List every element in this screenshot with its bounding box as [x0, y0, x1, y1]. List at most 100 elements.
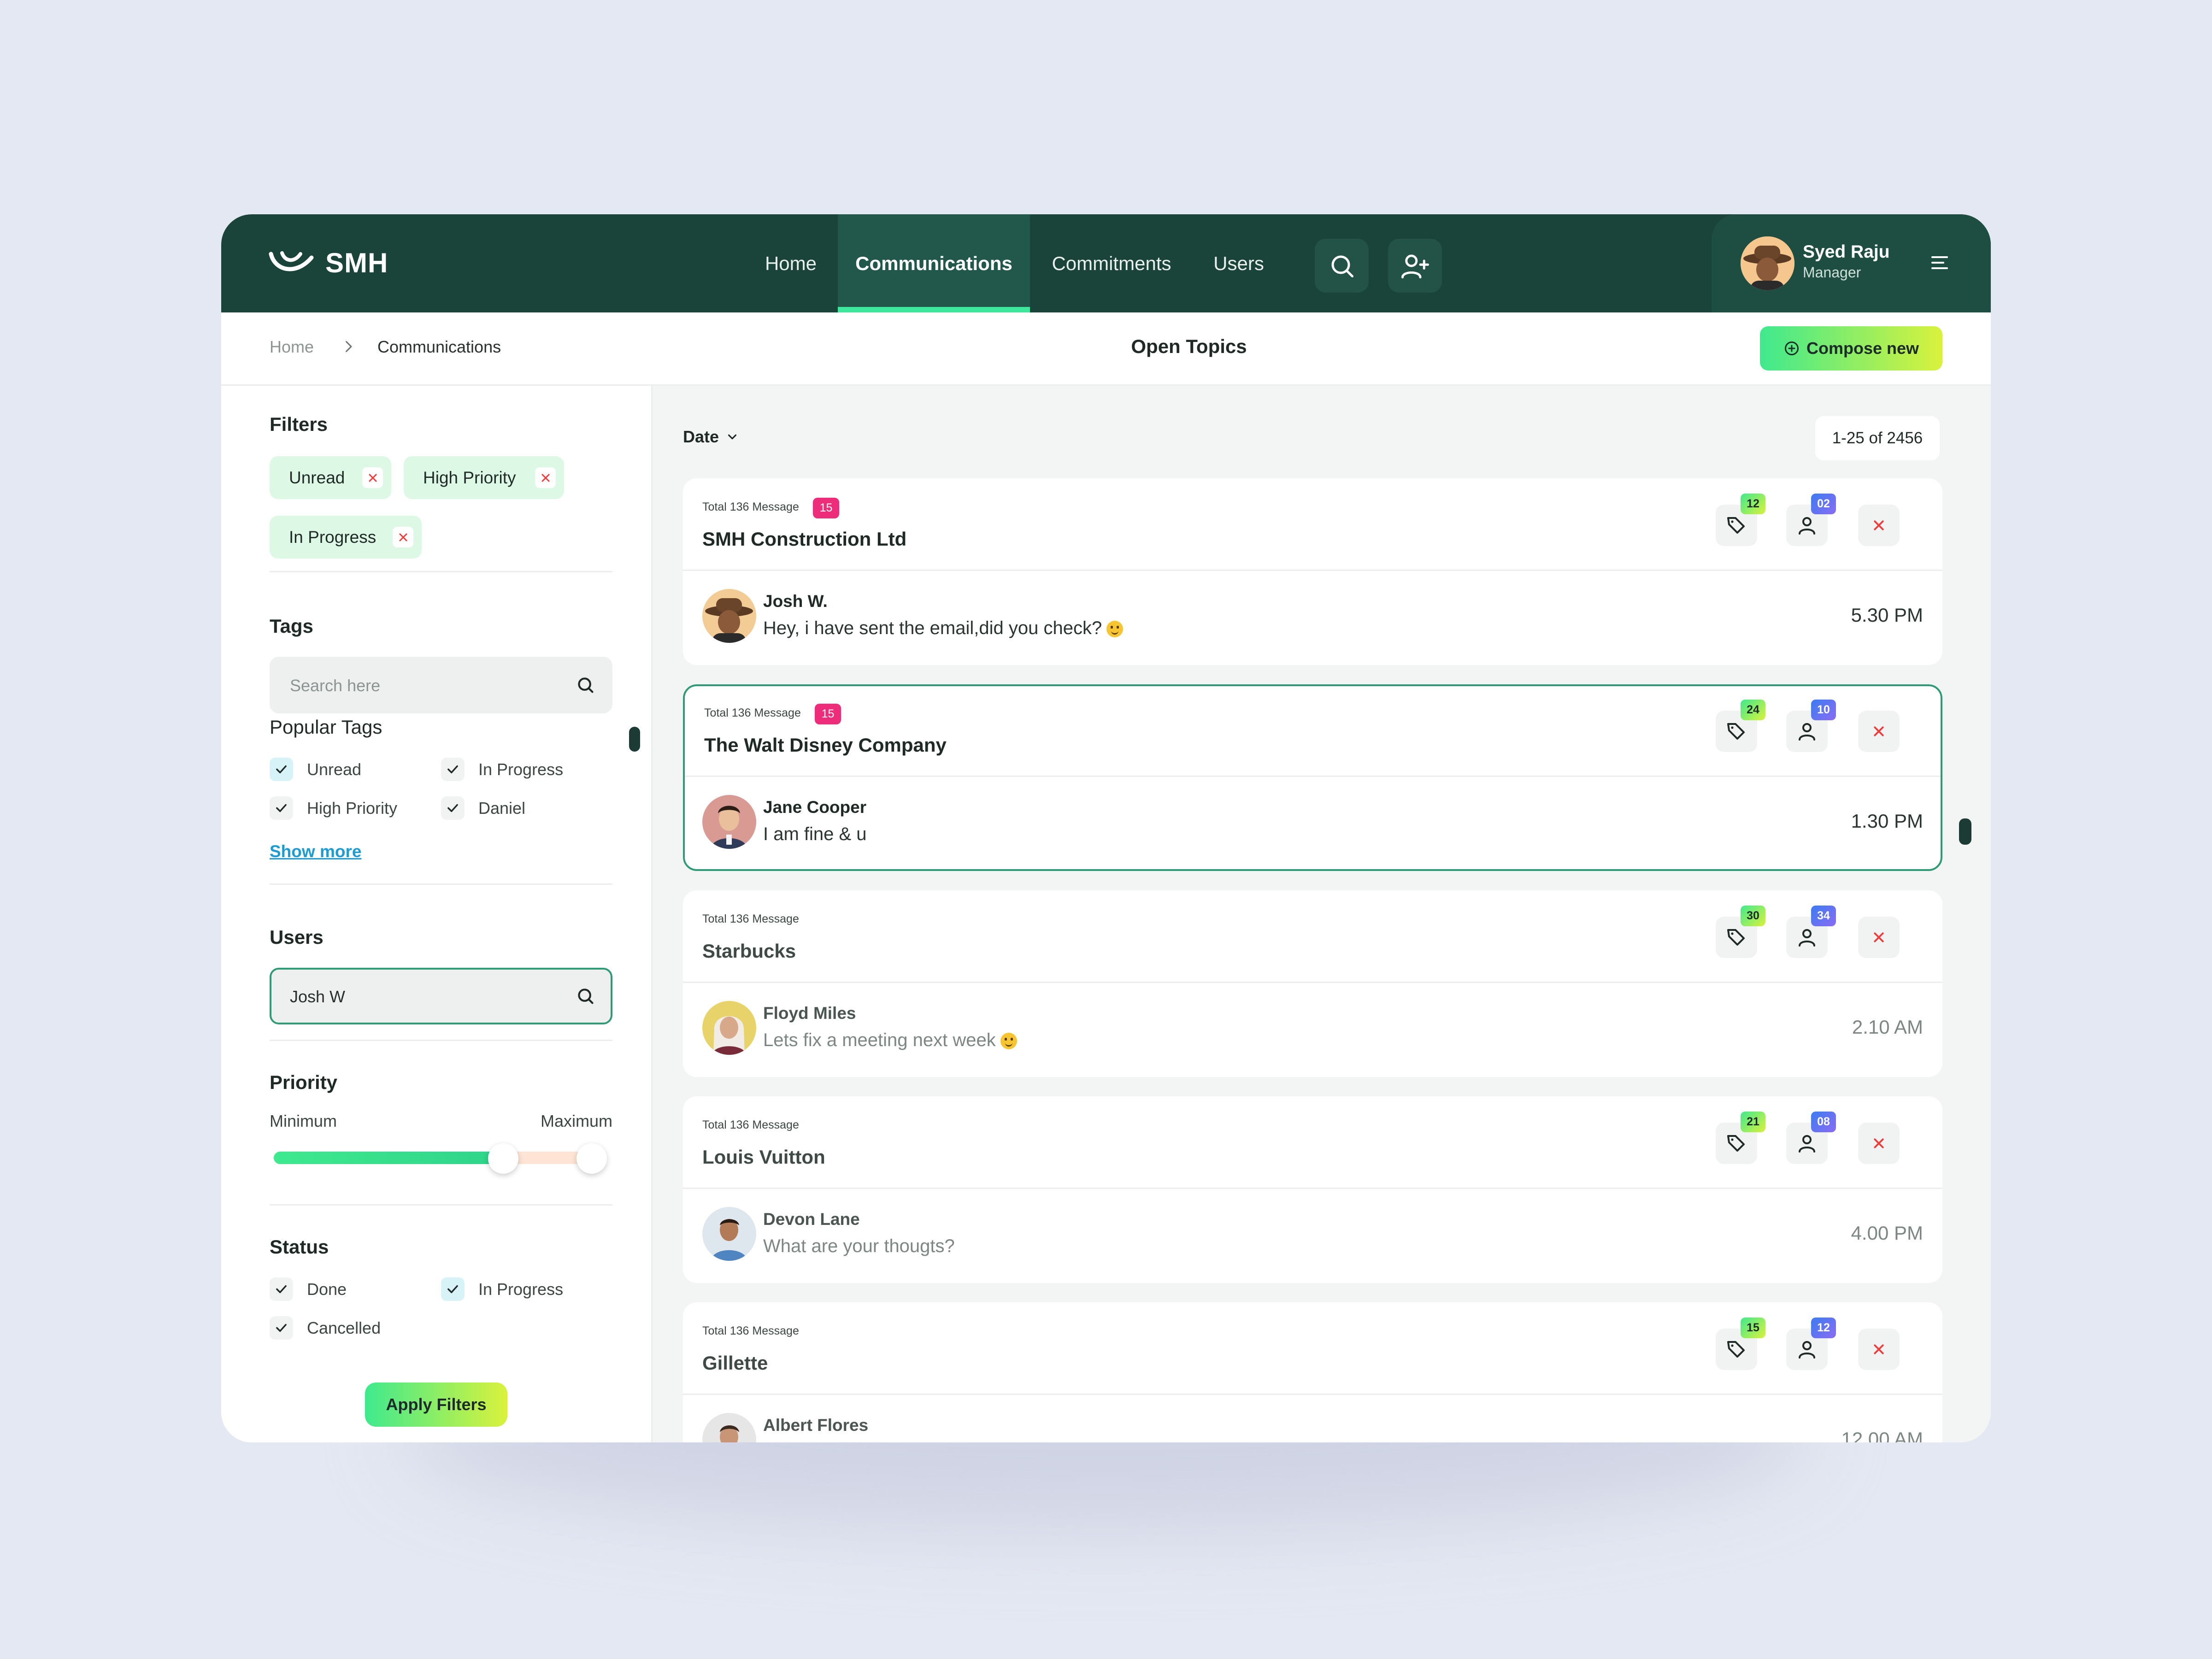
- close-icon: [369, 474, 377, 482]
- check-icon: [447, 1285, 458, 1294]
- users-search-input[interactable]: [289, 968, 549, 1025]
- tags-button[interactable]: 15: [1716, 1318, 1765, 1370]
- tag-count-badge: 12: [1741, 494, 1765, 514]
- unread-count-badge: 15: [813, 498, 839, 518]
- status-option-label: Cancelled: [307, 1318, 381, 1337]
- sender-name: Devon Lane: [763, 1210, 860, 1229]
- tags-button[interactable]: 21: [1716, 1112, 1765, 1164]
- checkbox[interactable]: [270, 1277, 293, 1301]
- apply-filters-button[interactable]: Apply Filters: [365, 1382, 507, 1427]
- search-icon: [1331, 255, 1353, 277]
- topic-card-header: Total 136 Message Starbucks 30 34: [683, 890, 1942, 983]
- close-topic-button[interactable]: [1858, 1329, 1900, 1370]
- users-button[interactable]: 02: [1786, 494, 1836, 546]
- sort-by-date[interactable]: Date: [683, 427, 739, 447]
- topic-card-selected[interactable]: Total 136 Message 15 The Walt Disney Com…: [683, 684, 1942, 871]
- users-button[interactable]: 10: [1786, 700, 1836, 752]
- list-scrollbar[interactable]: [1959, 818, 1971, 845]
- priority-max-label: Maximum: [540, 1112, 612, 1130]
- search-button[interactable]: [1315, 239, 1369, 293]
- sender-name: Albert Flores: [763, 1416, 869, 1435]
- logo-mark-icon: [269, 251, 314, 271]
- tag-option-daniel[interactable]: Daniel: [441, 796, 525, 820]
- tag-icon: [1727, 1341, 1745, 1358]
- logo[interactable]: SMH: [268, 247, 388, 278]
- add-user-button[interactable]: [1388, 239, 1442, 293]
- tag-option-high-priority[interactable]: High Priority: [270, 796, 397, 820]
- avatar: [1741, 236, 1794, 290]
- tags-button[interactable]: 12: [1716, 494, 1765, 546]
- user-profile[interactable]: Syed Raju Manager: [1712, 214, 1991, 312]
- app-window: SMH Home Communications Commitments User…: [221, 214, 1991, 1442]
- show-more-link[interactable]: Show more: [270, 842, 361, 861]
- checkbox[interactable]: [270, 758, 293, 781]
- sender-name: Jane Cooper: [763, 798, 867, 817]
- smile-emoji-icon: [1000, 1033, 1017, 1050]
- checkbox[interactable]: [270, 796, 293, 820]
- total-messages-label: Total 136 Message: [702, 1324, 799, 1337]
- remove-filter-button[interactable]: [535, 467, 556, 488]
- priority-min-handle[interactable]: [488, 1143, 518, 1174]
- filter-sidebar: Filters Unread High Priority In Progress…: [221, 386, 653, 1442]
- tags-button[interactable]: 24: [1716, 700, 1765, 752]
- check-icon: [447, 804, 458, 812]
- nav-commitments[interactable]: Commitments: [1038, 214, 1185, 312]
- message-time: 5.30 PM: [1851, 604, 1923, 626]
- page-title: Open Topics: [1131, 335, 1247, 357]
- remove-filter-button[interactable]: [393, 527, 413, 547]
- company-name: The Walt Disney Company: [704, 734, 947, 756]
- tag-option-unread[interactable]: Unread: [270, 758, 361, 781]
- breadcrumb-home[interactable]: Home: [270, 337, 314, 357]
- user-icon: [1799, 1135, 1815, 1153]
- tags-search-input[interactable]: [289, 657, 549, 714]
- topic-card[interactable]: Total 136 Message 15 SMH Construction Lt…: [683, 478, 1942, 665]
- checkbox[interactable]: [441, 1277, 465, 1301]
- status-option-done[interactable]: Done: [270, 1277, 347, 1301]
- checkbox[interactable]: [270, 1316, 293, 1340]
- priority-max-handle[interactable]: [577, 1143, 607, 1174]
- priority-slider-fill: [274, 1152, 503, 1164]
- filter-chip-label: In Progress: [289, 527, 377, 547]
- close-icon: [1874, 932, 1884, 942]
- filters-title: Filters: [270, 413, 328, 435]
- tags-search-field: [270, 657, 612, 714]
- compose-new-button[interactable]: Compose new: [1760, 326, 1942, 371]
- nav-communications[interactable]: Communications: [838, 214, 1030, 312]
- topic-card[interactable]: Total 136 Message Gillette 15 12 Albert …: [683, 1302, 1942, 1442]
- close-icon: [1874, 1138, 1884, 1148]
- tag-icon: [1727, 929, 1745, 946]
- status-option-cancelled[interactable]: Cancelled: [270, 1316, 381, 1340]
- avatar: [702, 589, 756, 643]
- menu-icon[interactable]: [1929, 252, 1951, 274]
- user-icon: [1799, 517, 1815, 535]
- checkbox[interactable]: [441, 758, 465, 781]
- tag-option-in-progress[interactable]: In Progress: [441, 758, 563, 781]
- chevron-right-icon: [346, 341, 352, 352]
- divider: [270, 1040, 612, 1041]
- sidebar-scrollbar[interactable]: [629, 727, 640, 752]
- close-topic-button[interactable]: [1858, 1123, 1900, 1164]
- nav-users[interactable]: Users: [1194, 214, 1283, 312]
- remove-filter-button[interactable]: [362, 467, 383, 488]
- search-icon[interactable]: [575, 675, 596, 695]
- users-button[interactable]: 34: [1786, 906, 1836, 958]
- avatar: [702, 1413, 756, 1442]
- search-icon[interactable]: [575, 986, 596, 1006]
- close-topic-button[interactable]: [1858, 711, 1900, 752]
- checkbox[interactable]: [441, 796, 465, 820]
- tag-option-label: In Progress: [478, 759, 564, 779]
- tags-button[interactable]: 30: [1716, 906, 1765, 958]
- tag-count-badge: 24: [1741, 700, 1765, 720]
- topic-card[interactable]: Total 136 Message Louis Vuitton 21 08 De…: [683, 1096, 1942, 1283]
- users-button[interactable]: 08: [1786, 1112, 1836, 1164]
- close-topic-button[interactable]: [1858, 917, 1900, 958]
- plus-circle-icon: [1784, 341, 1799, 355]
- user-count-badge: 34: [1811, 906, 1836, 926]
- users-button[interactable]: 12: [1786, 1318, 1836, 1370]
- topic-card[interactable]: Total 136 Message Starbucks 30 34 Floyd …: [683, 890, 1942, 1077]
- status-option-in-progress[interactable]: In Progress: [441, 1277, 563, 1301]
- nav-home[interactable]: Home: [742, 214, 839, 312]
- topic-card-header: Total 136 Message Louis Vuitton 21 08: [683, 1096, 1942, 1189]
- close-topic-button[interactable]: [1858, 505, 1900, 546]
- priority-slider[interactable]: [274, 1143, 607, 1174]
